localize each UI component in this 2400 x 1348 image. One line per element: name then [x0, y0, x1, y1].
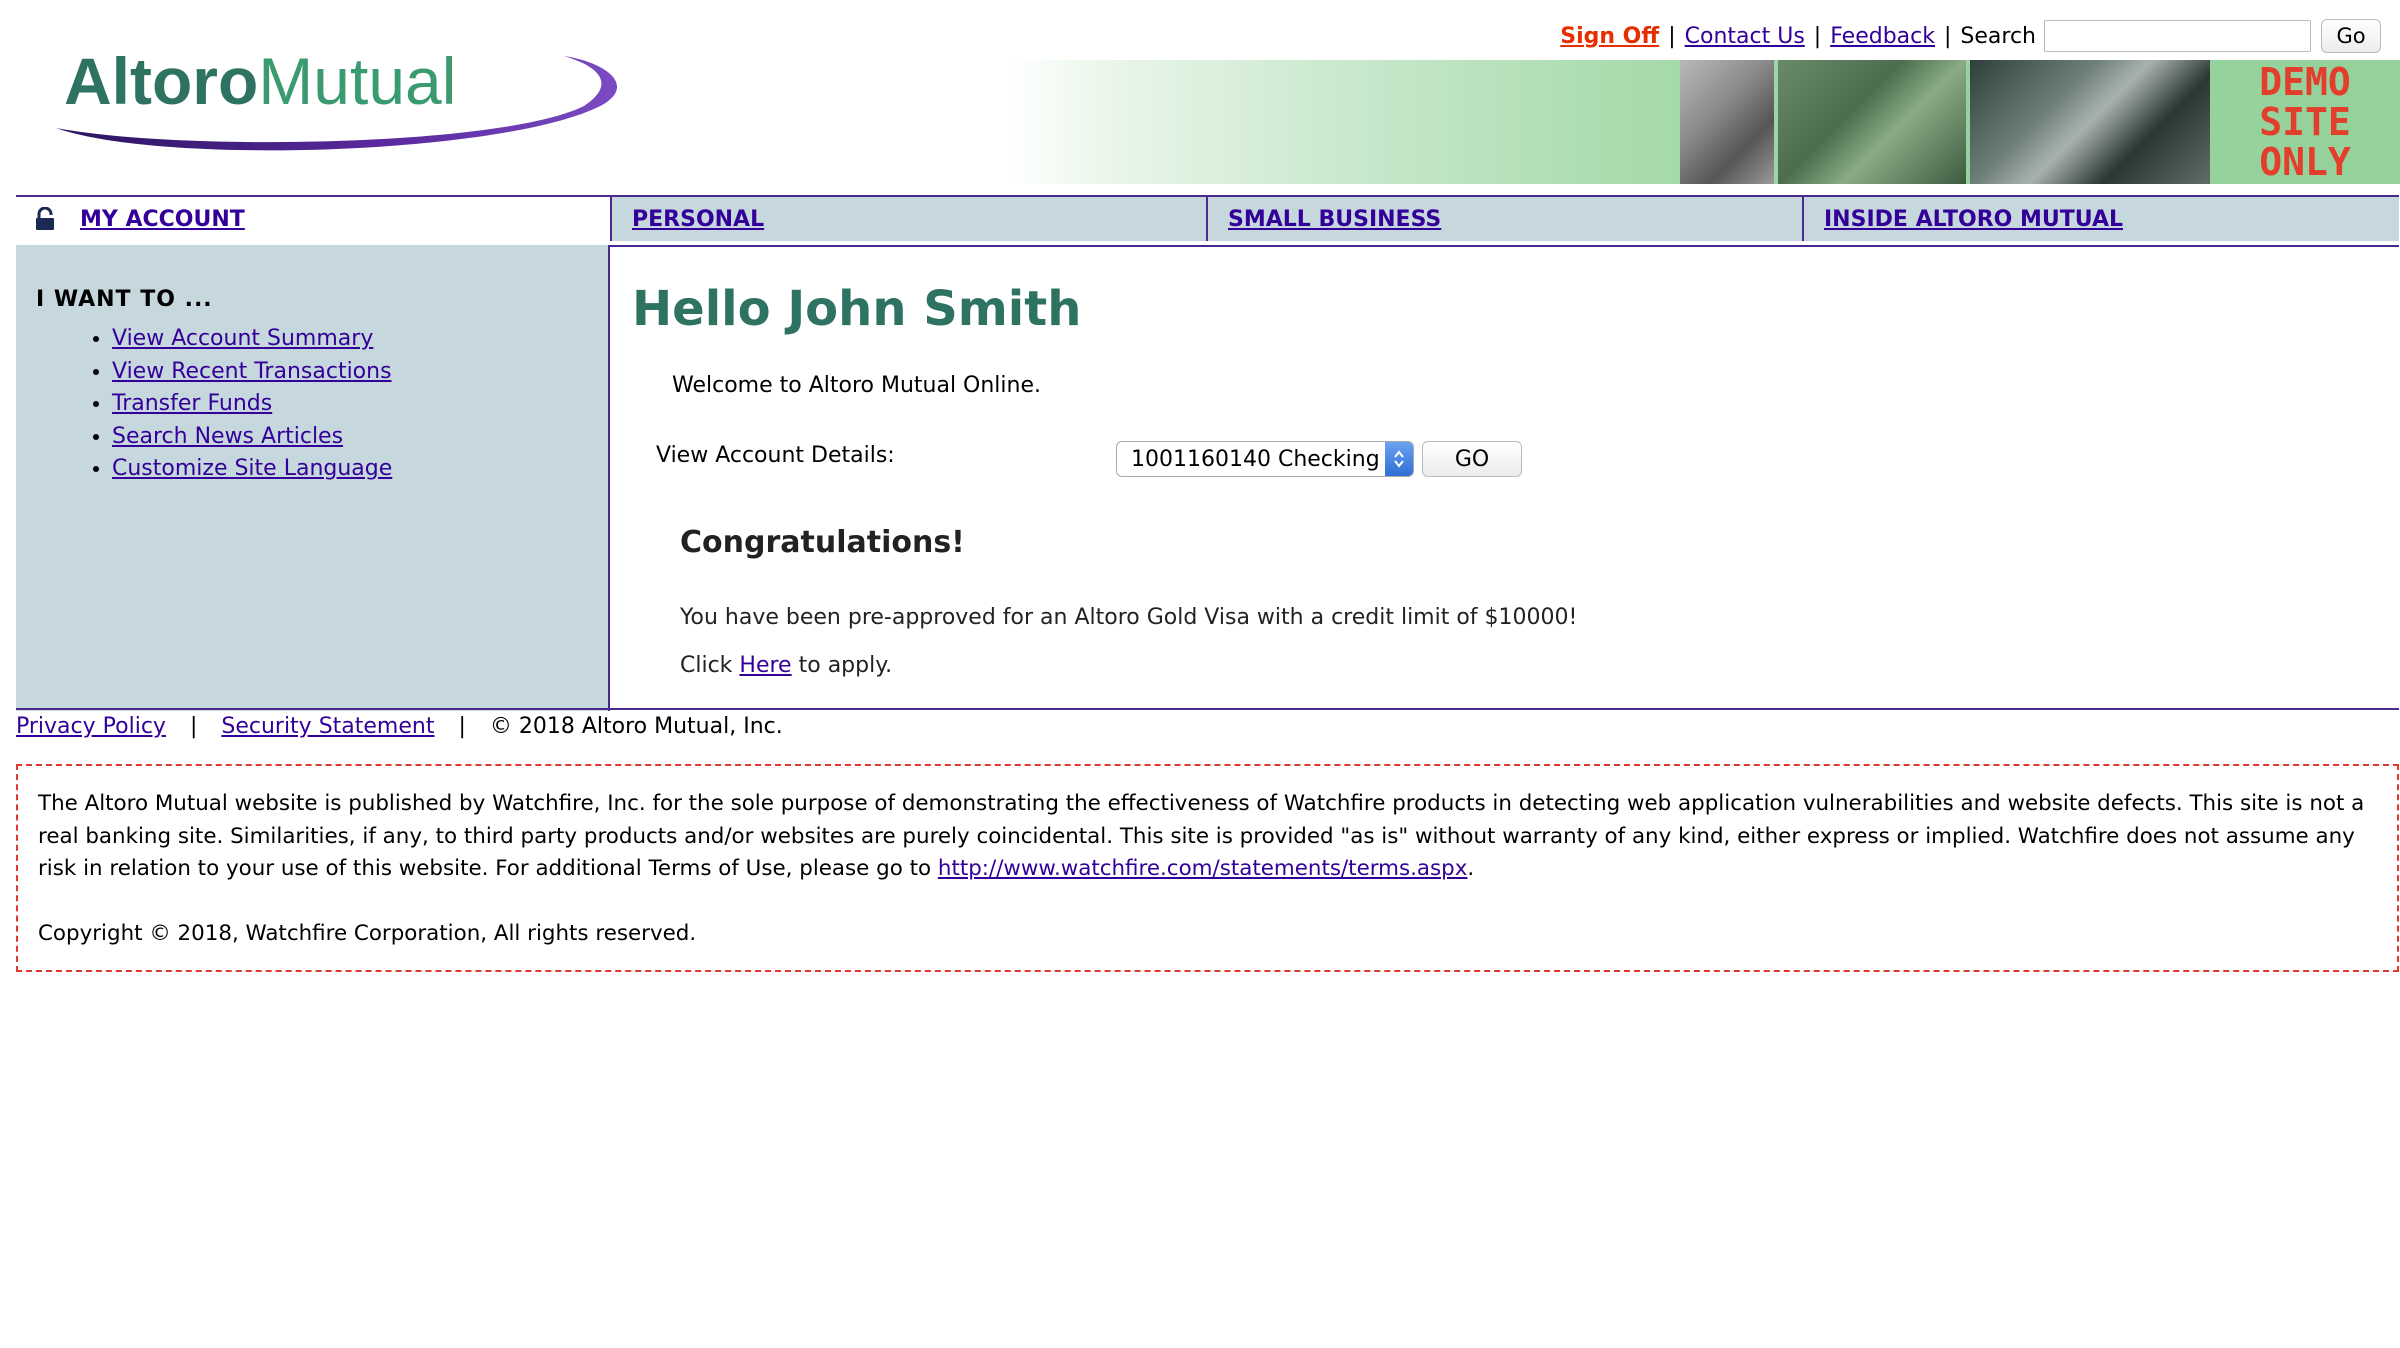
sidebar-item-view-recent-transactions: View Recent Transactions	[112, 356, 392, 389]
personal-link[interactable]: PERSONAL	[632, 207, 764, 232]
search-label: Search	[1960, 23, 2036, 49]
sidebar-item-transfer-funds: Transfer Funds	[112, 388, 392, 421]
inside-altoro-mutual-link[interactable]: INSIDE ALTORO MUTUAL	[1824, 207, 2123, 232]
sidebar-item-search-news-articles: Search News Articles	[112, 421, 392, 454]
footer-copyright: © 2018 Altoro Mutual, Inc.	[489, 714, 783, 739]
privacy-policy-link[interactable]: Privacy Policy	[16, 714, 166, 739]
account-select-value: 1001160140 Checking	[1131, 446, 1380, 472]
sign-off-link[interactable]: Sign Off	[1560, 24, 1659, 49]
welcome-message: Welcome to Altoro Mutual Online.	[672, 373, 1042, 398]
search-input[interactable]	[2044, 20, 2311, 52]
demo-line-1: DEMO	[2259, 60, 2351, 104]
tab-small-business: SMALL BUSINESS	[1206, 197, 1802, 241]
search-news-articles-link[interactable]: Search News Articles	[112, 424, 343, 449]
account-select[interactable]: 1001160140 Checking	[1116, 441, 1414, 477]
transfer-funds-link[interactable]: Transfer Funds	[112, 391, 272, 416]
separator: |	[458, 714, 466, 739]
view-recent-transactions-link[interactable]: View Recent Transactions	[112, 359, 392, 384]
security-statement-link[interactable]: Security Statement	[221, 714, 434, 739]
select-arrows-icon	[1385, 442, 1413, 476]
feedback-link[interactable]: Feedback	[1830, 24, 1935, 49]
account-go-button[interactable]: GO	[1422, 441, 1522, 477]
main-navigation: MY ACCOUNT PERSONAL SMALL BUSINESS INSID…	[16, 195, 2399, 247]
apply-line: Click Here to apply.	[680, 653, 892, 678]
sidebar-title: I WANT TO ...	[36, 287, 213, 312]
banner-photo-woman	[1680, 60, 1774, 184]
banner-photo-hands	[1778, 60, 1966, 184]
preapproval-message: You have been pre-approved for an Altoro…	[680, 605, 1578, 630]
my-account-link[interactable]: MY ACCOUNT	[80, 207, 245, 232]
apply-here-link[interactable]: Here	[739, 653, 791, 678]
sidebar: I WANT TO ... View Account Summary View …	[16, 245, 610, 711]
footer-links: Privacy Policy | Security Statement | © …	[16, 714, 783, 739]
terms-link[interactable]: http://www.watchfire.com/statements/term…	[938, 856, 1468, 881]
customize-site-language-link[interactable]: Customize Site Language	[112, 456, 392, 481]
lock-icon	[36, 207, 54, 230]
logo-text-mutual: Mutual	[258, 44, 456, 118]
separator: |	[1943, 23, 1952, 49]
separator: |	[189, 714, 198, 739]
main-content: Hello John Smith Welcome to Altoro Mutua…	[612, 245, 2399, 711]
tab-my-account: MY ACCOUNT	[16, 197, 610, 241]
banner-photo-business-people	[1970, 60, 2210, 184]
view-account-details-label: View Account Details:	[656, 443, 895, 468]
page-title: Hello John Smith	[632, 281, 1082, 337]
small-business-link[interactable]: SMALL BUSINESS	[1228, 207, 1441, 232]
altoro-mutual-logo[interactable]: AltoroMutual	[44, 34, 624, 164]
logo-text-altoro: Altoro	[64, 44, 258, 118]
search-go-button[interactable]: Go	[2321, 19, 2381, 53]
tab-inside-altoro-mutual: INSIDE ALTORO MUTUAL	[1802, 197, 2399, 241]
header-banner: DEMO SITE ONLY	[1008, 60, 2400, 184]
view-account-summary-link[interactable]: View Account Summary	[112, 326, 373, 351]
tab-personal: PERSONAL	[610, 197, 1206, 241]
svg-text:AltoroMutual: AltoroMutual	[64, 44, 456, 118]
apply-prefix: Click	[680, 653, 733, 678]
site-header: AltoroMutual Sign Off | Contact Us | Fee…	[0, 0, 2400, 196]
demo-line-3: ONLY	[2259, 140, 2351, 184]
sidebar-item-customize-site-language: Customize Site Language	[112, 453, 392, 486]
disclaimer-copyright: Copyright © 2018, Watchfire Corporation,…	[38, 920, 697, 946]
demo-line-2: SITE	[2259, 100, 2351, 144]
disclaimer-text: The Altoro Mutual website is published b…	[38, 788, 2377, 886]
apply-suffix: to apply.	[798, 653, 893, 678]
congratulations-heading: Congratulations!	[680, 525, 965, 560]
demo-site-only-badge: DEMO SITE ONLY	[2210, 60, 2400, 184]
footer-divider	[16, 708, 2399, 710]
top-utility-links: Sign Off | Contact Us | Feedback | Searc…	[1560, 16, 2381, 56]
disclaimer-end: .	[1467, 856, 1475, 881]
separator: |	[1813, 23, 1822, 49]
separator: |	[1668, 23, 1676, 49]
disclaimer-box: The Altoro Mutual website is published b…	[16, 764, 2399, 972]
contact-us-link[interactable]: Contact Us	[1685, 24, 1805, 49]
sidebar-item-view-account-summary: View Account Summary	[112, 323, 392, 356]
sidebar-menu: View Account Summary View Recent Transac…	[36, 323, 392, 486]
